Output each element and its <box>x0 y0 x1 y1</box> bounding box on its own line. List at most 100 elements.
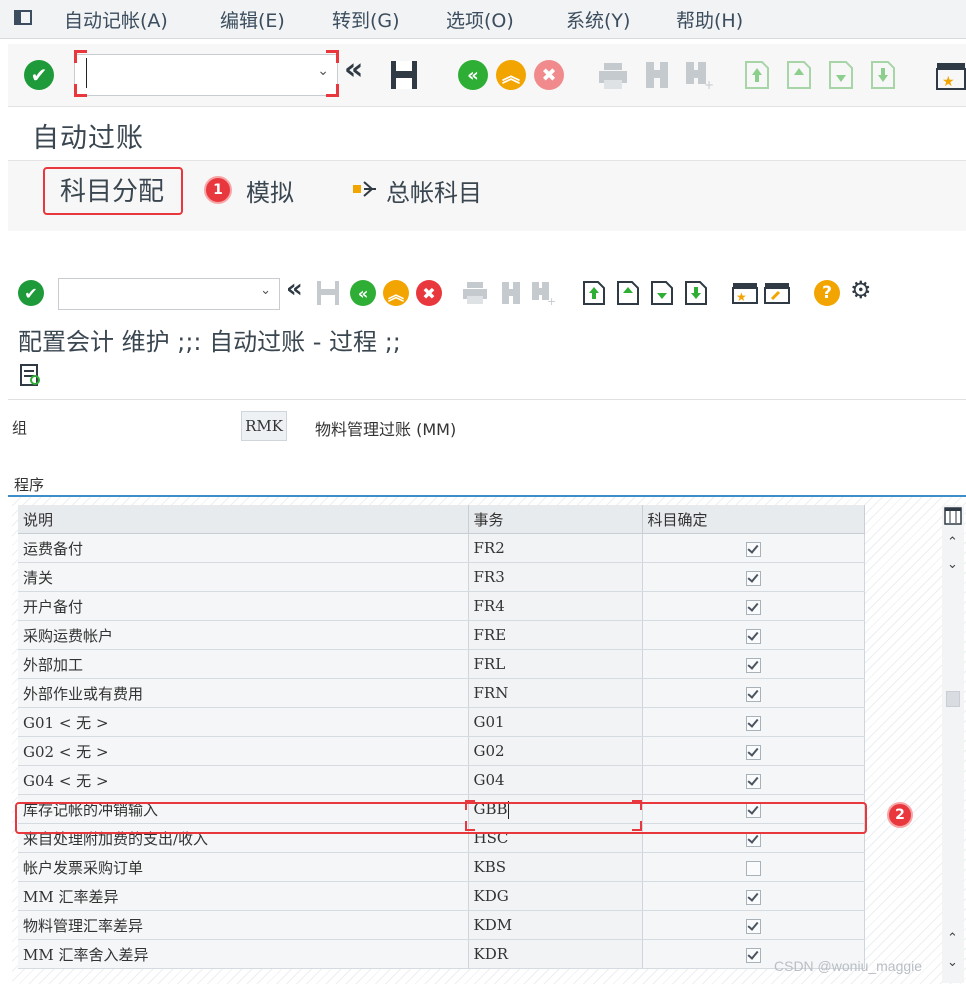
procedures-table: 说明 事务 科目确定 运费备付 FR2 清关 FR3 开户备付 FR4 采购运费帐户 F… <box>18 505 865 969</box>
table-row[interactable]: 外部加工 FRL <box>18 649 865 679</box>
table-row[interactable]: MM 汇率舍入差异 KDR <box>18 939 865 969</box>
menu-item-edit[interactable]: 编辑(E) <box>220 6 285 33</box>
generate-shortcut-icon[interactable] <box>764 282 790 304</box>
row-transaction[interactable]: FR2 <box>468 533 643 563</box>
scroll-down-icon[interactable]: ⌄ <box>947 955 958 970</box>
details-icon[interactable] <box>20 364 42 388</box>
back-icon[interactable]: « <box>458 60 488 90</box>
save-icon[interactable] <box>316 280 340 306</box>
simulate-button[interactable]: 模拟 <box>246 173 294 208</box>
gl-accounts-button[interactable]: 总帐科目 <box>386 173 482 208</box>
double-left-icon[interactable]: « <box>286 274 303 304</box>
vertical-scrollbar[interactable]: ⌃ ⌄ ⌃ ⌄ <box>942 505 964 983</box>
scroll-up-icon[interactable]: ⌃ <box>947 931 958 946</box>
help-icon[interactable]: ? <box>814 280 840 306</box>
cancel-icon[interactable]: ✖ <box>534 60 564 90</box>
account-determination-checkbox[interactable] <box>745 918 761 934</box>
command-field[interactable]: ⌄ <box>58 278 280 310</box>
settings-gear-icon[interactable]: ⚙ <box>850 276 872 304</box>
table-row[interactable]: 外部作业或有费用 FRN <box>18 678 865 708</box>
account-determination-checkbox[interactable] <box>745 541 761 557</box>
account-determination-checkbox[interactable] <box>745 599 761 615</box>
next-page-icon[interactable] <box>650 280 674 306</box>
account-determination-checkbox[interactable] <box>745 773 761 789</box>
back-icon[interactable]: « <box>350 280 376 306</box>
account-determination-checkbox[interactable] <box>745 570 761 586</box>
account-determination-checkbox[interactable] <box>745 657 761 673</box>
table-row[interactable]: G04 < 无 > G04 <box>18 765 865 795</box>
print-icon[interactable] <box>462 281 488 305</box>
next-page-icon[interactable] <box>828 60 854 90</box>
account-determination-checkbox[interactable] <box>745 628 761 644</box>
enter-check-icon[interactable]: ✔ <box>24 60 54 90</box>
account-determination-checkbox[interactable] <box>745 744 761 760</box>
account-determination-checkbox[interactable] <box>745 889 761 905</box>
scroll-down-icon[interactable]: ⌄ <box>947 557 958 572</box>
menu-item-goto[interactable]: 转到(G) <box>332 6 400 33</box>
account-determination-checkbox[interactable] <box>745 860 761 876</box>
row-transaction[interactable]: G02 <box>468 736 643 766</box>
assign-button[interactable]: 科目分配 <box>60 171 164 208</box>
row-transaction[interactable]: FR3 <box>468 562 643 592</box>
menu-logo-icon[interactable] <box>14 10 34 26</box>
row-transaction[interactable]: G04 <box>468 765 643 795</box>
find-icon[interactable] <box>644 60 670 90</box>
menu-item-options[interactable]: 选项(O) <box>446 6 514 33</box>
exit-icon[interactable]: ︽ <box>496 60 526 90</box>
column-header-account-determination[interactable]: 科目确定 <box>642 505 865 534</box>
column-header-transaction[interactable]: 事务 <box>468 505 643 534</box>
row-transaction[interactable]: FRN <box>468 678 643 708</box>
table-row[interactable]: 开户备付 FR4 <box>18 591 865 621</box>
gl-accounts-icon <box>353 181 376 197</box>
find-next-icon[interactable]: + <box>684 60 714 90</box>
column-settings-icon[interactable] <box>944 507 962 525</box>
table-row[interactable]: G01 < 无 > G01 <box>18 707 865 737</box>
previous-page-icon[interactable] <box>616 280 640 306</box>
row-transaction[interactable]: G01 <box>468 707 643 737</box>
create-session-icon[interactable]: ★ <box>936 62 966 90</box>
cancel-icon[interactable]: ✖ <box>416 280 442 306</box>
find-next-icon[interactable]: + <box>530 280 556 306</box>
row-transaction[interactable]: KDM <box>468 910 643 940</box>
table-row[interactable]: 运费备付 FR2 <box>18 533 865 563</box>
command-field[interactable]: ⌄ <box>74 54 338 96</box>
menu-item-system[interactable]: 系统(Y) <box>566 6 630 33</box>
table-row[interactable]: 清关 FR3 <box>18 562 865 592</box>
account-determination-checkbox[interactable] <box>745 947 761 963</box>
column-header-description[interactable]: 说明 <box>18 505 469 534</box>
focus-corner-icon <box>632 821 642 831</box>
row-transaction[interactable]: FRE <box>468 620 643 650</box>
account-determination-checkbox[interactable] <box>745 686 761 702</box>
table-row[interactable]: 帐户发票采购订单 KBS <box>18 852 865 882</box>
first-page-icon[interactable] <box>744 60 770 90</box>
last-page-icon[interactable] <box>870 60 896 90</box>
row-transaction[interactable]: KDG <box>468 881 643 911</box>
scroll-up-icon[interactable]: ⌃ <box>947 535 958 550</box>
row-transaction[interactable]: FR4 <box>468 591 643 621</box>
chevron-down-icon[interactable]: ⌄ <box>317 63 329 79</box>
menu-item-autopost[interactable]: 自动记帐(A) <box>64 6 168 33</box>
page-title-2: 配置会计 维护 ;;: 自动过账 - 过程 ;; <box>18 328 401 356</box>
print-icon[interactable] <box>598 62 628 90</box>
table-row[interactable]: 物料管理汇率差异 KDM <box>18 910 865 940</box>
chevron-down-icon[interactable]: ⌄ <box>260 283 271 298</box>
row-transaction[interactable]: KBS <box>468 852 643 882</box>
enter-check-icon[interactable]: ✔ <box>18 280 44 306</box>
table-row[interactable]: G02 < 无 > G02 <box>18 736 865 766</box>
menu-item-help[interactable]: 帮助(H) <box>676 6 743 33</box>
account-determination-checkbox[interactable] <box>745 715 761 731</box>
scroll-thumb[interactable] <box>946 691 960 707</box>
find-icon[interactable] <box>500 280 522 306</box>
row-transaction[interactable]: KDR <box>468 939 643 969</box>
double-left-icon[interactable]: « <box>344 52 363 87</box>
table-row[interactable]: 采购运费帐户 FRE <box>18 620 865 650</box>
standard-toolbar: ✔ ⌄ « « ︽ ✖ + ★ <box>8 44 966 107</box>
table-row[interactable]: MM 汇率差异 KDG <box>18 881 865 911</box>
first-page-icon[interactable] <box>582 280 606 306</box>
previous-page-icon[interactable] <box>786 60 812 90</box>
row-transaction[interactable]: FRL <box>468 649 643 679</box>
save-icon[interactable] <box>390 60 418 90</box>
last-page-icon[interactable] <box>684 280 708 306</box>
exit-icon[interactable]: ︽ <box>383 280 409 306</box>
create-session-icon[interactable]: ★ <box>732 282 758 304</box>
